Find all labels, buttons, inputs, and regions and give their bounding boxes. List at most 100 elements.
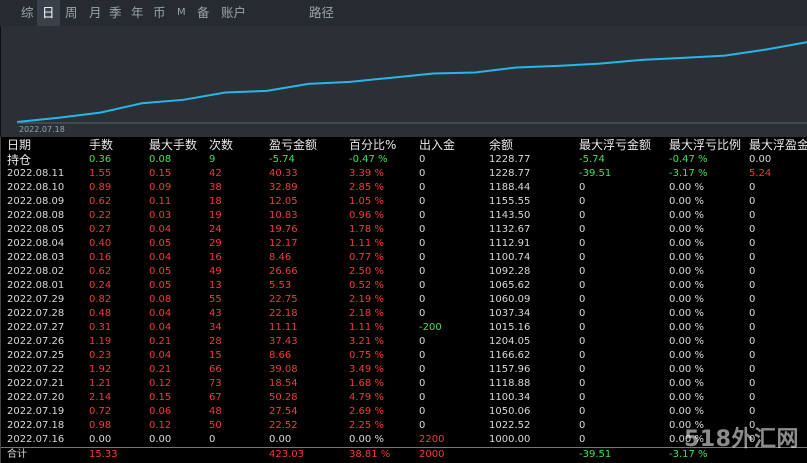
cell-max-float-profit: 0 [749,266,756,277]
table-row: 2022.07.20 2.14 0.15 67 50.28 4.79 % 0 1100.34 0… [1,391,807,405]
cell-max-float-profit: 0 [749,322,756,333]
cell-max-float-loss-ratio: 0.00 % [669,294,704,305]
cell-max-float-profit: 0.00 [749,154,772,165]
cell-max-float-loss-ratio: 最大浮亏比例 [669,138,742,152]
cell-max-lots: 0.21 [149,336,172,347]
cell-max-float-loss: 0 [579,350,586,361]
tab-8[interactable]: 备 [192,0,215,26]
cell-date: 2022.07.28 [7,308,65,319]
cell-max-float-loss-ratio: 0.00 % [669,322,704,333]
cell-max-float-profit: 0 [749,252,756,263]
period-tab-bar: 综日周月季年币 M 备账户 路径 [0,0,807,26]
cell-pnl: 39.08 [269,364,298,375]
cell-trades: 42 [209,168,222,179]
cell-max-float-loss-ratio: 0.00 % [669,392,704,403]
cell-max-float-profit: 0 [749,406,756,417]
cell-max-lots: 0.04 [149,322,172,333]
cell-balance: 1092.28 [489,266,531,277]
tab-0[interactable]: 综 [16,0,39,26]
cell-date: 2022.07.19 [7,406,65,417]
cell-balance: 1118.88 [489,378,531,389]
cell-pnl: 12.05 [269,196,298,207]
cell-pct: 百分比% [349,138,397,152]
cell-max-float-profit: 0 [749,308,756,319]
cell-pct: 2.85 % [349,182,384,193]
cell-pct: 3.39 % [349,168,384,179]
table-row: 2022.08.02 0.62 0.05 49 26.66 2.50 % 0 1092.28 0… [1,265,807,279]
table-row: 2022.08.08 0.22 0.03 19 10.83 0.96 % 0 1143.50 0… [1,209,807,223]
cell-max-float-loss: -39.51 [579,449,612,460]
cell-pnl: 盈亏金额 [269,138,318,152]
cell-max-float-loss: 0 [579,322,586,333]
cell-balance: 1050.06 [489,406,531,417]
cell-trades: 38 [209,182,222,193]
cell-date: 2022.07.18 [7,420,65,431]
cell-io: 0 [419,280,426,291]
tab-10[interactable]: 路径 [304,0,339,26]
cell-max-float-loss-ratio: 0.00 % [669,252,704,263]
cell-lots: 0.48 [89,308,112,319]
cell-date: 2022.08.09 [7,196,65,207]
cell-max-lots: 0.04 [149,350,172,361]
cell-max-lots: 0.00 [149,434,172,445]
tab-5[interactable]: 年 [126,0,149,26]
cell-max-float-loss: 0 [579,364,586,375]
balance-curve-chart: 2022.07.18 [0,26,807,137]
cell-pnl: 10.83 [269,210,298,221]
cell-trades: 55 [209,294,222,305]
cell-io: 0 [419,168,426,179]
cell-max-float-loss: 0 [579,224,586,235]
cell-max-float-profit: 0 [749,378,756,389]
cell-io: 0 [419,420,426,431]
cell-pnl: -5.74 [269,154,295,165]
cell-max-lots: 0.04 [149,252,172,263]
table-row: 2022.07.21 1.21 0.12 73 18.54 1.68 % 0 1118.88 0… [1,377,807,391]
cell-trades: 18 [209,196,222,207]
cell-max-lots: 0.12 [149,420,172,431]
cell-date: 2022.08.02 [7,266,65,277]
cell-balance: 1022.52 [489,420,531,431]
balance-curve-svg: 2022.07.18 [16,41,807,134]
cell-pnl: 5.53 [269,280,292,291]
cell-max-float-loss: 0 [579,238,586,249]
tab-1[interactable]: 日 [37,0,60,26]
cell-max-float-loss: 0 [579,392,586,403]
cell-date: 2022.07.20 [7,392,65,403]
cell-max-lots: 最大手数 [149,138,198,152]
cell-trades: 16 [209,252,222,263]
cell-trades: 次数 [209,138,234,152]
cell-max-float-profit: 0 [749,350,756,361]
cell-pct: 3.49 % [349,364,384,375]
cell-pct: 1.78 % [349,224,384,235]
cell-max-float-loss-ratio: 0.00 % [669,266,704,277]
cell-max-float-profit: 0 [749,336,756,347]
tab-2[interactable]: 周 [60,0,83,26]
tab-6[interactable]: 币 [148,0,171,26]
cell-pnl: 12.17 [269,238,298,249]
cell-lots: 手数 [89,138,114,152]
cell-trades: 67 [209,392,222,403]
cell-max-float-profit: 0 [749,238,756,249]
cell-max-float-loss-ratio: -0.47 % [669,154,708,165]
tab-7[interactable]: M [172,0,191,26]
cell-date: 2022.08.11 [7,168,65,179]
cell-pct: 1.68 % [349,378,384,389]
cell-date: 2022.08.10 [7,182,65,193]
cell-date: 2022.08.05 [7,224,65,235]
cell-balance: 1000.00 [489,434,531,445]
cell-pnl: 27.54 [269,406,298,417]
cell-lots: 0.31 [89,322,112,333]
table-row: 2022.08.03 0.16 0.04 16 8.46 0.77 % 0 1100.74 0 0… [1,251,807,265]
cell-max-float-profit: 0 [749,210,756,221]
tab-9[interactable]: 账户 [216,0,251,26]
cell-trades: 13 [209,280,222,291]
cell-max-float-loss: 0 [579,336,586,347]
table-row: 2022.07.22 1.92 0.21 66 39.08 3.49 % 0 1157.96 0… [1,363,807,377]
tab-4[interactable]: 季 [104,0,127,26]
cell-date: 持仓 [7,153,32,167]
cell-balance: 1188.44 [489,182,531,193]
cell-pnl: 26.66 [269,266,298,277]
table-row: 2022.07.25 0.23 0.04 15 8.66 0.75 % 0 1166.62 0 0… [1,349,807,363]
cell-pct: 2.69 % [349,406,384,417]
cell-io: 0 [419,266,426,277]
